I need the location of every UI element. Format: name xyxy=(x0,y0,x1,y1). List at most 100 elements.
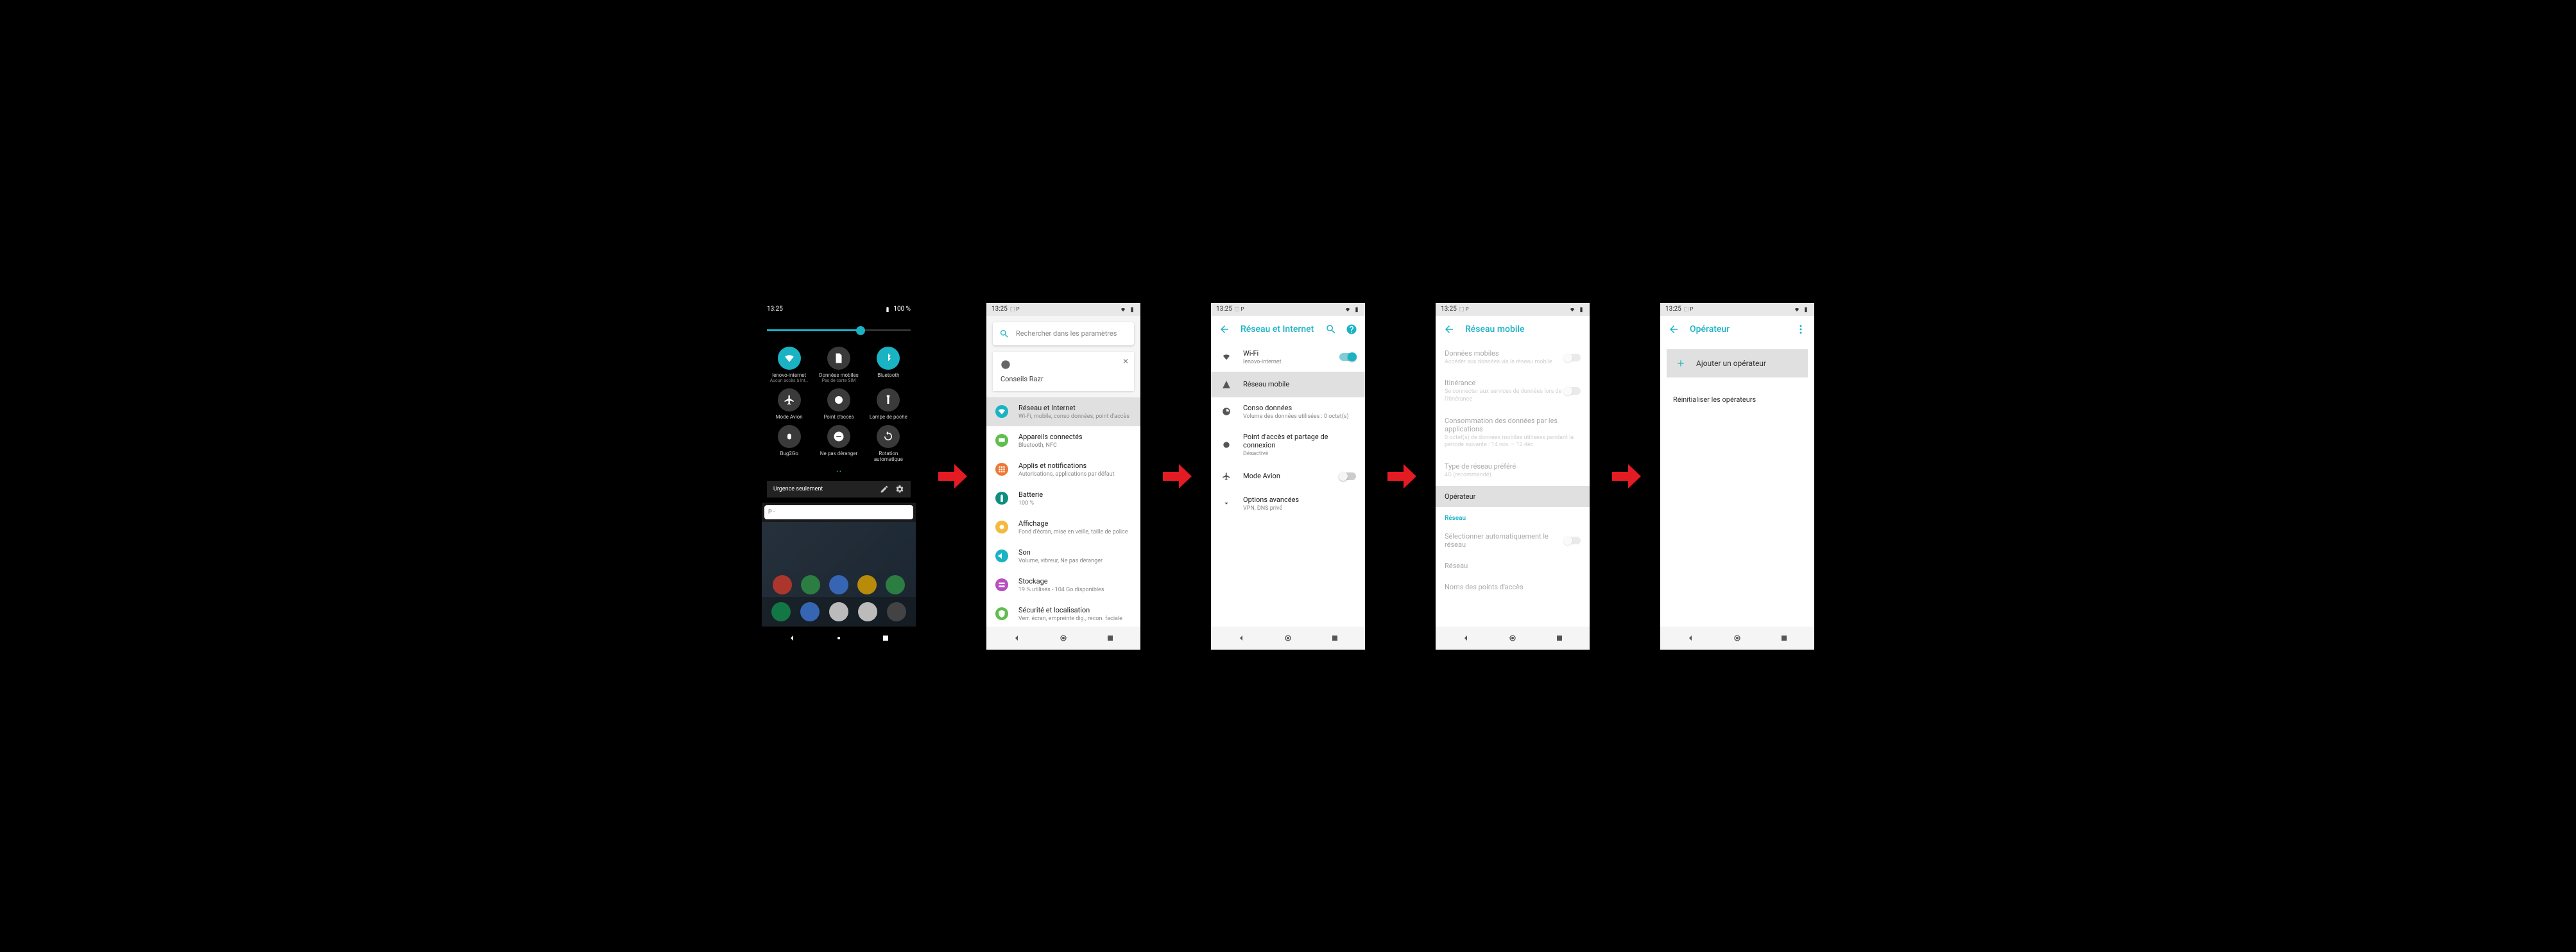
display-icon xyxy=(995,521,1008,533)
settings-gear-icon[interactable] xyxy=(895,485,904,494)
qs-tile-sim[interactable]: Données mobiles Pas de carte SIM xyxy=(816,347,861,383)
settings-item[interactable]: Sécurité et localisationVerr. écran, emp… xyxy=(986,600,1140,627)
search-bar[interactable]: Rechercher dans les paramètres xyxy=(993,322,1134,345)
settings-item[interactable]: SonVolume, vibreur, Ne pas déranger xyxy=(986,542,1140,571)
item-title: Applis et notifications xyxy=(1018,462,1131,470)
screen-quick-settings: 13:25 100 % lenovo-internet Aucun accès … xyxy=(762,303,916,650)
qs-tile-bluetooth[interactable]: Bluetooth xyxy=(866,347,911,383)
dock-google-icon[interactable] xyxy=(858,602,877,621)
reset-operators-item[interactable]: Réinitialiser les opérateurs xyxy=(1660,384,1814,415)
back-arrow-icon[interactable] xyxy=(1219,324,1230,335)
item-subtitle: Volume des données utilisées : 0 octet(s… xyxy=(1243,413,1356,420)
qs-tile-hotspot[interactable]: Point d'accès xyxy=(816,388,861,420)
screen-operator: 13:25 ⬚ P Opérateur Ajouter un opérateur… xyxy=(1660,303,1814,650)
nav-home-icon[interactable] xyxy=(1732,633,1742,643)
qs-tile-label: Bluetooth xyxy=(877,372,899,378)
nav-recent-icon[interactable] xyxy=(1330,633,1340,643)
item-subtitle: Volume, vibreur, Ne pas déranger xyxy=(1018,558,1131,564)
network-item[interactable]: Point d'accès et partage de connexionDés… xyxy=(1211,426,1365,463)
status-bar: 13:25 ⬚ P xyxy=(986,303,1140,316)
nav-recent-icon[interactable] xyxy=(880,633,891,643)
app-bar-title: Réseau et Internet xyxy=(1241,324,1315,334)
qs-tile-wifi[interactable]: lenovo-internet Aucun accès à Int… xyxy=(767,347,811,383)
nav-home-icon[interactable] xyxy=(1507,633,1518,643)
network-item[interactable]: Wi-Filenovo-internet xyxy=(1211,343,1365,372)
status-bar: 13:25 100 % xyxy=(762,303,916,316)
qs-tile-label: Mode Avion xyxy=(776,414,803,420)
dock-camera-icon[interactable] xyxy=(887,602,906,621)
qs-tile-label: Lampe de poche xyxy=(870,414,907,420)
sound-icon xyxy=(995,550,1008,562)
screen-network-internet: 13:25 ⬚ P Réseau et Internet Wi-Filenovo… xyxy=(1211,303,1365,650)
network-item[interactable]: Options avancéesVPN, DNS privé xyxy=(1211,489,1365,518)
qs-tile-bug[interactable]: Bug2Go xyxy=(767,425,811,462)
item-subtitle: Fond d'écran, mise en veille, taille de … xyxy=(1018,529,1131,535)
nav-bar xyxy=(1436,627,1590,650)
item-title: Opérateur xyxy=(1445,492,1581,501)
qs-tile-sublabel: Aucun accès à Int… xyxy=(770,378,809,383)
app-icon[interactable] xyxy=(886,575,905,594)
expand-icon xyxy=(1220,497,1233,510)
dock-chrome-icon[interactable] xyxy=(829,602,848,621)
qs-tile-label: Point d'accès xyxy=(823,414,854,420)
dock-messages-icon[interactable] xyxy=(800,602,820,621)
network-item[interactable]: Conso donnéesVolume des données utilisée… xyxy=(1211,397,1365,426)
item-subtitle: lenovo-internet xyxy=(1243,359,1329,365)
settings-item[interactable]: Stockage19 % utilisés - 104 Go disponibl… xyxy=(986,571,1140,600)
item-title: Conso données xyxy=(1243,404,1356,412)
nav-back-icon[interactable] xyxy=(787,633,797,643)
nav-recent-icon[interactable] xyxy=(1779,633,1789,643)
nav-back-icon[interactable] xyxy=(1685,633,1696,643)
nav-back-icon[interactable] xyxy=(1236,633,1246,643)
toggle-switch[interactable] xyxy=(1339,353,1356,361)
nav-bar xyxy=(1660,627,1814,650)
settings-item[interactable]: Applis et notificationsAutorisations, ap… xyxy=(986,455,1140,484)
settings-item[interactable]: Appareils connectésBluetooth, NFC xyxy=(986,426,1140,455)
battery-icon xyxy=(1578,306,1584,313)
app-icon[interactable] xyxy=(773,575,792,594)
qs-tile-torch[interactable]: Lampe de poche xyxy=(866,388,911,420)
nav-home-icon[interactable] xyxy=(834,633,844,643)
dock-phone-icon[interactable] xyxy=(771,602,791,621)
app-icon[interactable] xyxy=(857,575,877,594)
arrow-right-icon xyxy=(1384,460,1416,492)
close-icon[interactable]: ✕ xyxy=(1122,357,1129,366)
qs-tile-rotate[interactable]: Rotation automatique xyxy=(866,425,911,462)
search-icon[interactable] xyxy=(1325,324,1337,335)
nav-recent-icon[interactable] xyxy=(1554,633,1565,643)
status-bar: 13:25 ⬚ P xyxy=(1211,303,1365,316)
network-item[interactable]: Réseau mobile xyxy=(1211,372,1365,397)
tips-card[interactable]: ✕ Conseils Razr xyxy=(993,352,1134,391)
mobile-item: Réseau xyxy=(1436,555,1590,576)
app-icon[interactable] xyxy=(829,575,848,594)
toggle-switch[interactable] xyxy=(1339,472,1356,480)
settings-item[interactable]: Batterie100 % xyxy=(986,484,1140,513)
brightness-slider[interactable] xyxy=(767,321,911,340)
notification-card[interactable]: P · xyxy=(764,505,913,519)
mobile-item[interactable]: Opérateur xyxy=(1436,486,1590,507)
nav-home-icon[interactable] xyxy=(1058,633,1069,643)
settings-item[interactable]: Réseau et InternetWi-Fi, mobile, conso d… xyxy=(986,397,1140,426)
edit-icon[interactable] xyxy=(880,485,889,494)
nav-recent-icon[interactable] xyxy=(1105,633,1115,643)
data-icon xyxy=(1220,405,1233,418)
back-arrow-icon[interactable] xyxy=(1668,324,1679,335)
app-bar: Réseau et Internet xyxy=(1211,316,1365,343)
app-icon[interactable] xyxy=(801,575,820,594)
more-menu-icon[interactable] xyxy=(1795,324,1807,335)
nav-back-icon[interactable] xyxy=(1461,633,1471,643)
network-item[interactable]: Mode Avion xyxy=(1211,463,1365,489)
qs-tile-dnd[interactable]: Ne pas déranger xyxy=(816,425,861,462)
nav-home-icon[interactable] xyxy=(1283,633,1293,643)
help-icon[interactable] xyxy=(1346,324,1357,335)
settings-item[interactable]: AffichageFond d'écran, mise en veille, t… xyxy=(986,513,1140,542)
item-title: Noms des points d'accès xyxy=(1445,583,1581,591)
tips-text: Conseils Razr xyxy=(1000,375,1126,383)
add-operator-label: Ajouter un opérateur xyxy=(1696,359,1766,368)
arrow-right-icon xyxy=(935,460,967,492)
moto-logo-icon xyxy=(1000,359,1011,370)
back-arrow-icon[interactable] xyxy=(1443,324,1455,335)
qs-tile-airplane[interactable]: Mode Avion xyxy=(767,388,811,420)
nav-back-icon[interactable] xyxy=(1011,633,1022,643)
add-operator-button[interactable]: Ajouter un opérateur xyxy=(1667,349,1808,377)
